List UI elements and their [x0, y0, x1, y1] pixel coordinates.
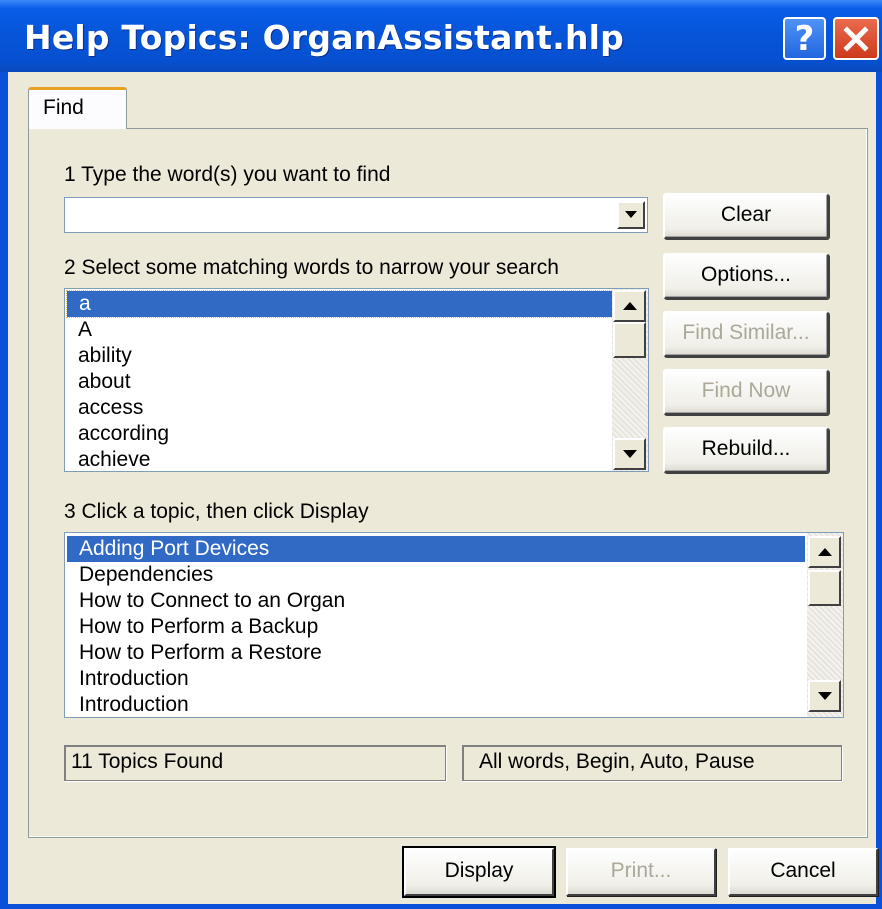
- find-panel: 1 Type the word(s) you want to find 2 Se…: [28, 128, 868, 838]
- step2-label: 2 Select some matching words to narrow y…: [64, 256, 559, 279]
- dialog-client-area: Find 1 Type the word(s) you want to find…: [8, 72, 878, 904]
- list-item[interactable]: a: [66, 290, 614, 318]
- list-item[interactable]: access: [65, 395, 143, 421]
- chevron-up-icon: [622, 302, 637, 310]
- scroll-thumb[interactable]: [613, 322, 646, 358]
- list-item[interactable]: about: [65, 369, 131, 395]
- scroll-thumb[interactable]: [808, 570, 841, 606]
- display-button[interactable]: Display: [402, 846, 556, 898]
- matching-words-list[interactable]: a A ability about access according achie…: [64, 288, 649, 472]
- scroll-down-button[interactable]: [613, 438, 646, 470]
- close-button[interactable]: [833, 17, 879, 60]
- step1-label: 1 Type the word(s) you want to find: [64, 163, 391, 186]
- list-item[interactable]: Dependencies: [65, 562, 213, 588]
- list-item[interactable]: achieve: [65, 447, 150, 471]
- list-item[interactable]: How to Perform a Backup: [65, 614, 318, 640]
- print-button[interactable]: Print...: [566, 848, 716, 896]
- list-item[interactable]: according: [65, 421, 169, 447]
- topics-found-status: 11 Topics Found: [64, 745, 446, 781]
- combo-dropdown-button[interactable]: [617, 201, 645, 229]
- rebuild-button[interactable]: Rebuild...: [663, 427, 829, 473]
- chevron-up-icon: [817, 548, 832, 556]
- help-icon: ?: [794, 18, 815, 59]
- find-similar-button[interactable]: Find Similar...: [663, 311, 829, 357]
- scroll-up-button[interactable]: [613, 290, 646, 322]
- clear-button[interactable]: Clear: [663, 193, 829, 239]
- search-options-status: All words, Begin, Auto, Pause: [462, 745, 842, 781]
- scroll-down-button[interactable]: [808, 680, 841, 712]
- chevron-down-icon: [817, 692, 832, 700]
- list-item[interactable]: How to Connect to an Organ: [65, 588, 345, 614]
- list-item[interactable]: How to Perform a Restore: [65, 640, 322, 666]
- help-button[interactable]: ?: [783, 17, 826, 60]
- close-icon: [843, 25, 869, 52]
- window-title: Help Topics: OrganAssistant.hlp: [24, 18, 625, 57]
- list-item[interactable]: Introduction: [65, 692, 189, 717]
- cancel-button[interactable]: Cancel: [728, 848, 878, 896]
- list-item[interactable]: Adding Port Devices: [67, 536, 805, 562]
- chevron-down-icon: [622, 450, 637, 458]
- title-bar[interactable]: Help Topics: OrganAssistant.hlp ?: [0, 0, 882, 72]
- chevron-down-icon: [625, 211, 637, 218]
- words-scrollbar[interactable]: [612, 289, 648, 471]
- list-item[interactable]: Introduction: [65, 666, 189, 692]
- find-now-button[interactable]: Find Now: [663, 369, 829, 415]
- list-item[interactable]: A: [65, 317, 92, 343]
- tab-find[interactable]: Find: [28, 87, 127, 129]
- topics-scrollbar[interactable]: [807, 533, 843, 717]
- dropdown-arrow-button[interactable]: [617, 201, 645, 229]
- step3-label: 3 Click a topic, then click Display: [64, 500, 369, 523]
- topics-list[interactable]: Adding Port Devices Dependencies How to …: [64, 532, 844, 718]
- list-item[interactable]: ability: [65, 343, 132, 369]
- search-words-combobox[interactable]: [64, 197, 648, 233]
- help-topics-window: Help Topics: OrganAssistant.hlp ? Find 1…: [0, 0, 882, 909]
- scroll-up-button[interactable]: [808, 536, 841, 568]
- options-button[interactable]: Options...: [663, 253, 829, 299]
